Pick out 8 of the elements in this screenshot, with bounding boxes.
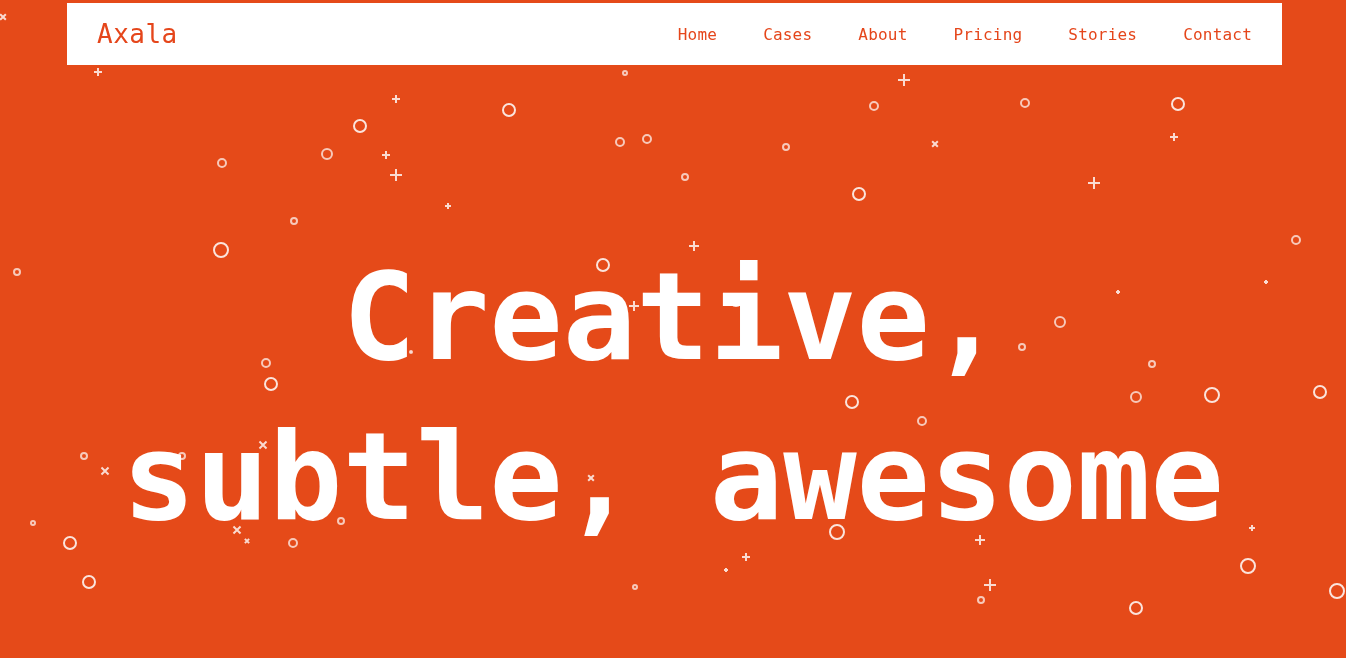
nav-link[interactable]: Stories [1068,24,1138,44]
logo[interactable]: Axala [97,19,178,49]
nav-link[interactable]: About [858,24,908,44]
hero-headline: Creative, subtle, awesome [122,245,1224,550]
nav-link[interactable]: Cases [763,24,813,44]
nav-link[interactable]: Contact [1183,24,1252,44]
nav-link[interactable]: Pricing [953,24,1023,44]
nav-link[interactable]: Home [677,24,718,44]
